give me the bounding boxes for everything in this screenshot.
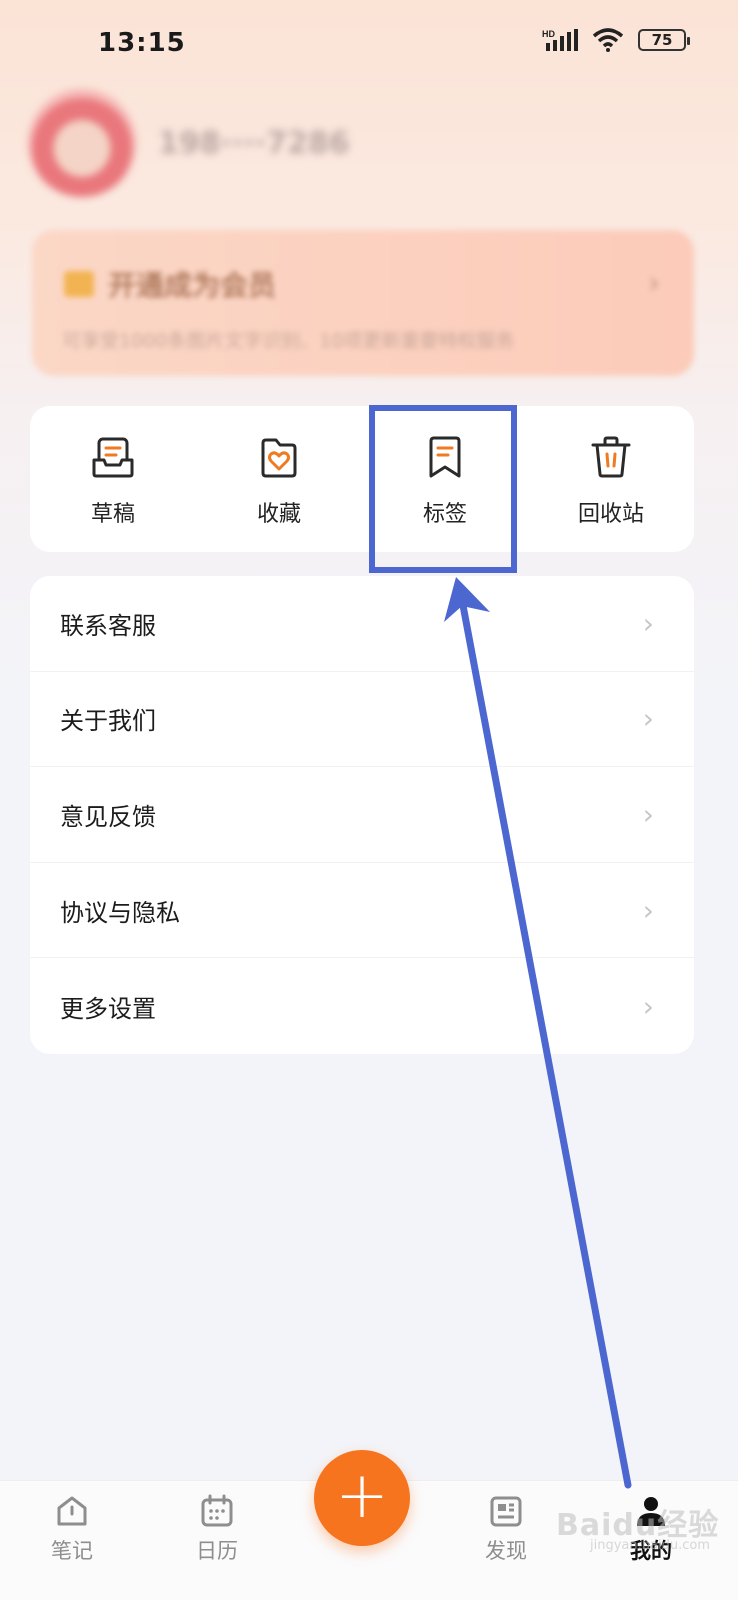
nav-label: 发现 xyxy=(485,1539,527,1563)
chevron-right-icon: › xyxy=(642,893,654,927)
menu-item-privacy[interactable]: 协议与隐私 › xyxy=(30,863,694,959)
watermark-url: jingyan.baidu.com xyxy=(590,1538,710,1553)
settings-menu: 联系客服 › 关于我们 › 意见反馈 › 协议与隐私 › 更多设置 › xyxy=(30,576,694,1054)
quick-action-label: 收藏 xyxy=(256,502,301,527)
profile-header[interactable]: 198····7286 xyxy=(28,88,350,198)
crown-icon xyxy=(64,271,94,297)
chevron-right-icon: › xyxy=(642,989,654,1023)
status-time: 13:15 xyxy=(98,28,186,58)
calendar-icon xyxy=(201,1494,233,1527)
status-bar: 13:15 HD 75 xyxy=(0,0,738,90)
quick-action-trash[interactable]: 回收站 xyxy=(528,406,694,552)
nav-item-discover[interactable]: 发现 xyxy=(466,1493,546,1565)
nav-label: 日历 xyxy=(196,1539,238,1563)
battery-icon: 75 xyxy=(638,29,690,51)
nav-label: 笔记 xyxy=(51,1539,93,1563)
menu-item-feedback[interactable]: 意见反馈 › xyxy=(30,767,694,863)
plus-icon: + xyxy=(335,1459,389,1533)
vip-title: 开通成为会员 xyxy=(108,269,277,302)
menu-item-label: 协议与隐私 xyxy=(60,898,180,927)
favorite-icon xyxy=(261,438,297,478)
nav-item-calendar[interactable]: 日历 xyxy=(177,1493,257,1565)
quick-actions-card: 草稿 收藏 标签 回收站 xyxy=(30,406,694,552)
menu-item-label: 意见反馈 xyxy=(60,802,156,831)
quick-action-drafts[interactable]: 草稿 xyxy=(30,406,196,552)
add-note-button[interactable]: + xyxy=(314,1450,410,1546)
draft-icon xyxy=(92,437,134,478)
trash-icon xyxy=(591,436,631,478)
chevron-right-icon: › xyxy=(642,797,654,831)
menu-item-contact-support[interactable]: 联系客服 › xyxy=(30,576,694,672)
annotation-highlight-box xyxy=(369,405,517,573)
menu-item-label: 关于我们 xyxy=(60,707,156,736)
menu-item-label: 联系客服 xyxy=(60,611,156,640)
menu-item-about-us[interactable]: 关于我们 › xyxy=(30,672,694,768)
chevron-right-icon: › xyxy=(648,266,660,301)
quick-action-label: 回收站 xyxy=(577,502,644,527)
vip-title-row: 开通成为会员 xyxy=(64,264,276,304)
chevron-right-icon: › xyxy=(642,606,654,640)
signal-icon: HD xyxy=(542,29,578,51)
avatar[interactable] xyxy=(28,89,136,197)
quick-action-label: 草稿 xyxy=(90,502,135,527)
nav-item-notes[interactable]: 笔记 xyxy=(32,1493,112,1565)
home-icon xyxy=(57,1496,87,1526)
quick-action-favorites[interactable]: 收藏 xyxy=(196,406,362,552)
user-phone: 198····7286 xyxy=(158,125,350,161)
wifi-icon xyxy=(592,28,624,52)
vip-card[interactable]: 开通成为会员 › 可享受1000条图片文字识别、10项更新重要特权服务 xyxy=(32,230,694,376)
vip-description: 可享受1000条图片文字识别、10项更新重要特权服务 xyxy=(62,330,515,352)
chevron-right-icon: › xyxy=(642,702,654,736)
network-type: HD xyxy=(542,29,555,39)
discover-icon xyxy=(490,1496,522,1527)
menu-item-more-settings[interactable]: 更多设置 › xyxy=(30,958,694,1054)
menu-item-label: 更多设置 xyxy=(60,994,156,1023)
status-icons: HD 75 xyxy=(542,28,690,52)
